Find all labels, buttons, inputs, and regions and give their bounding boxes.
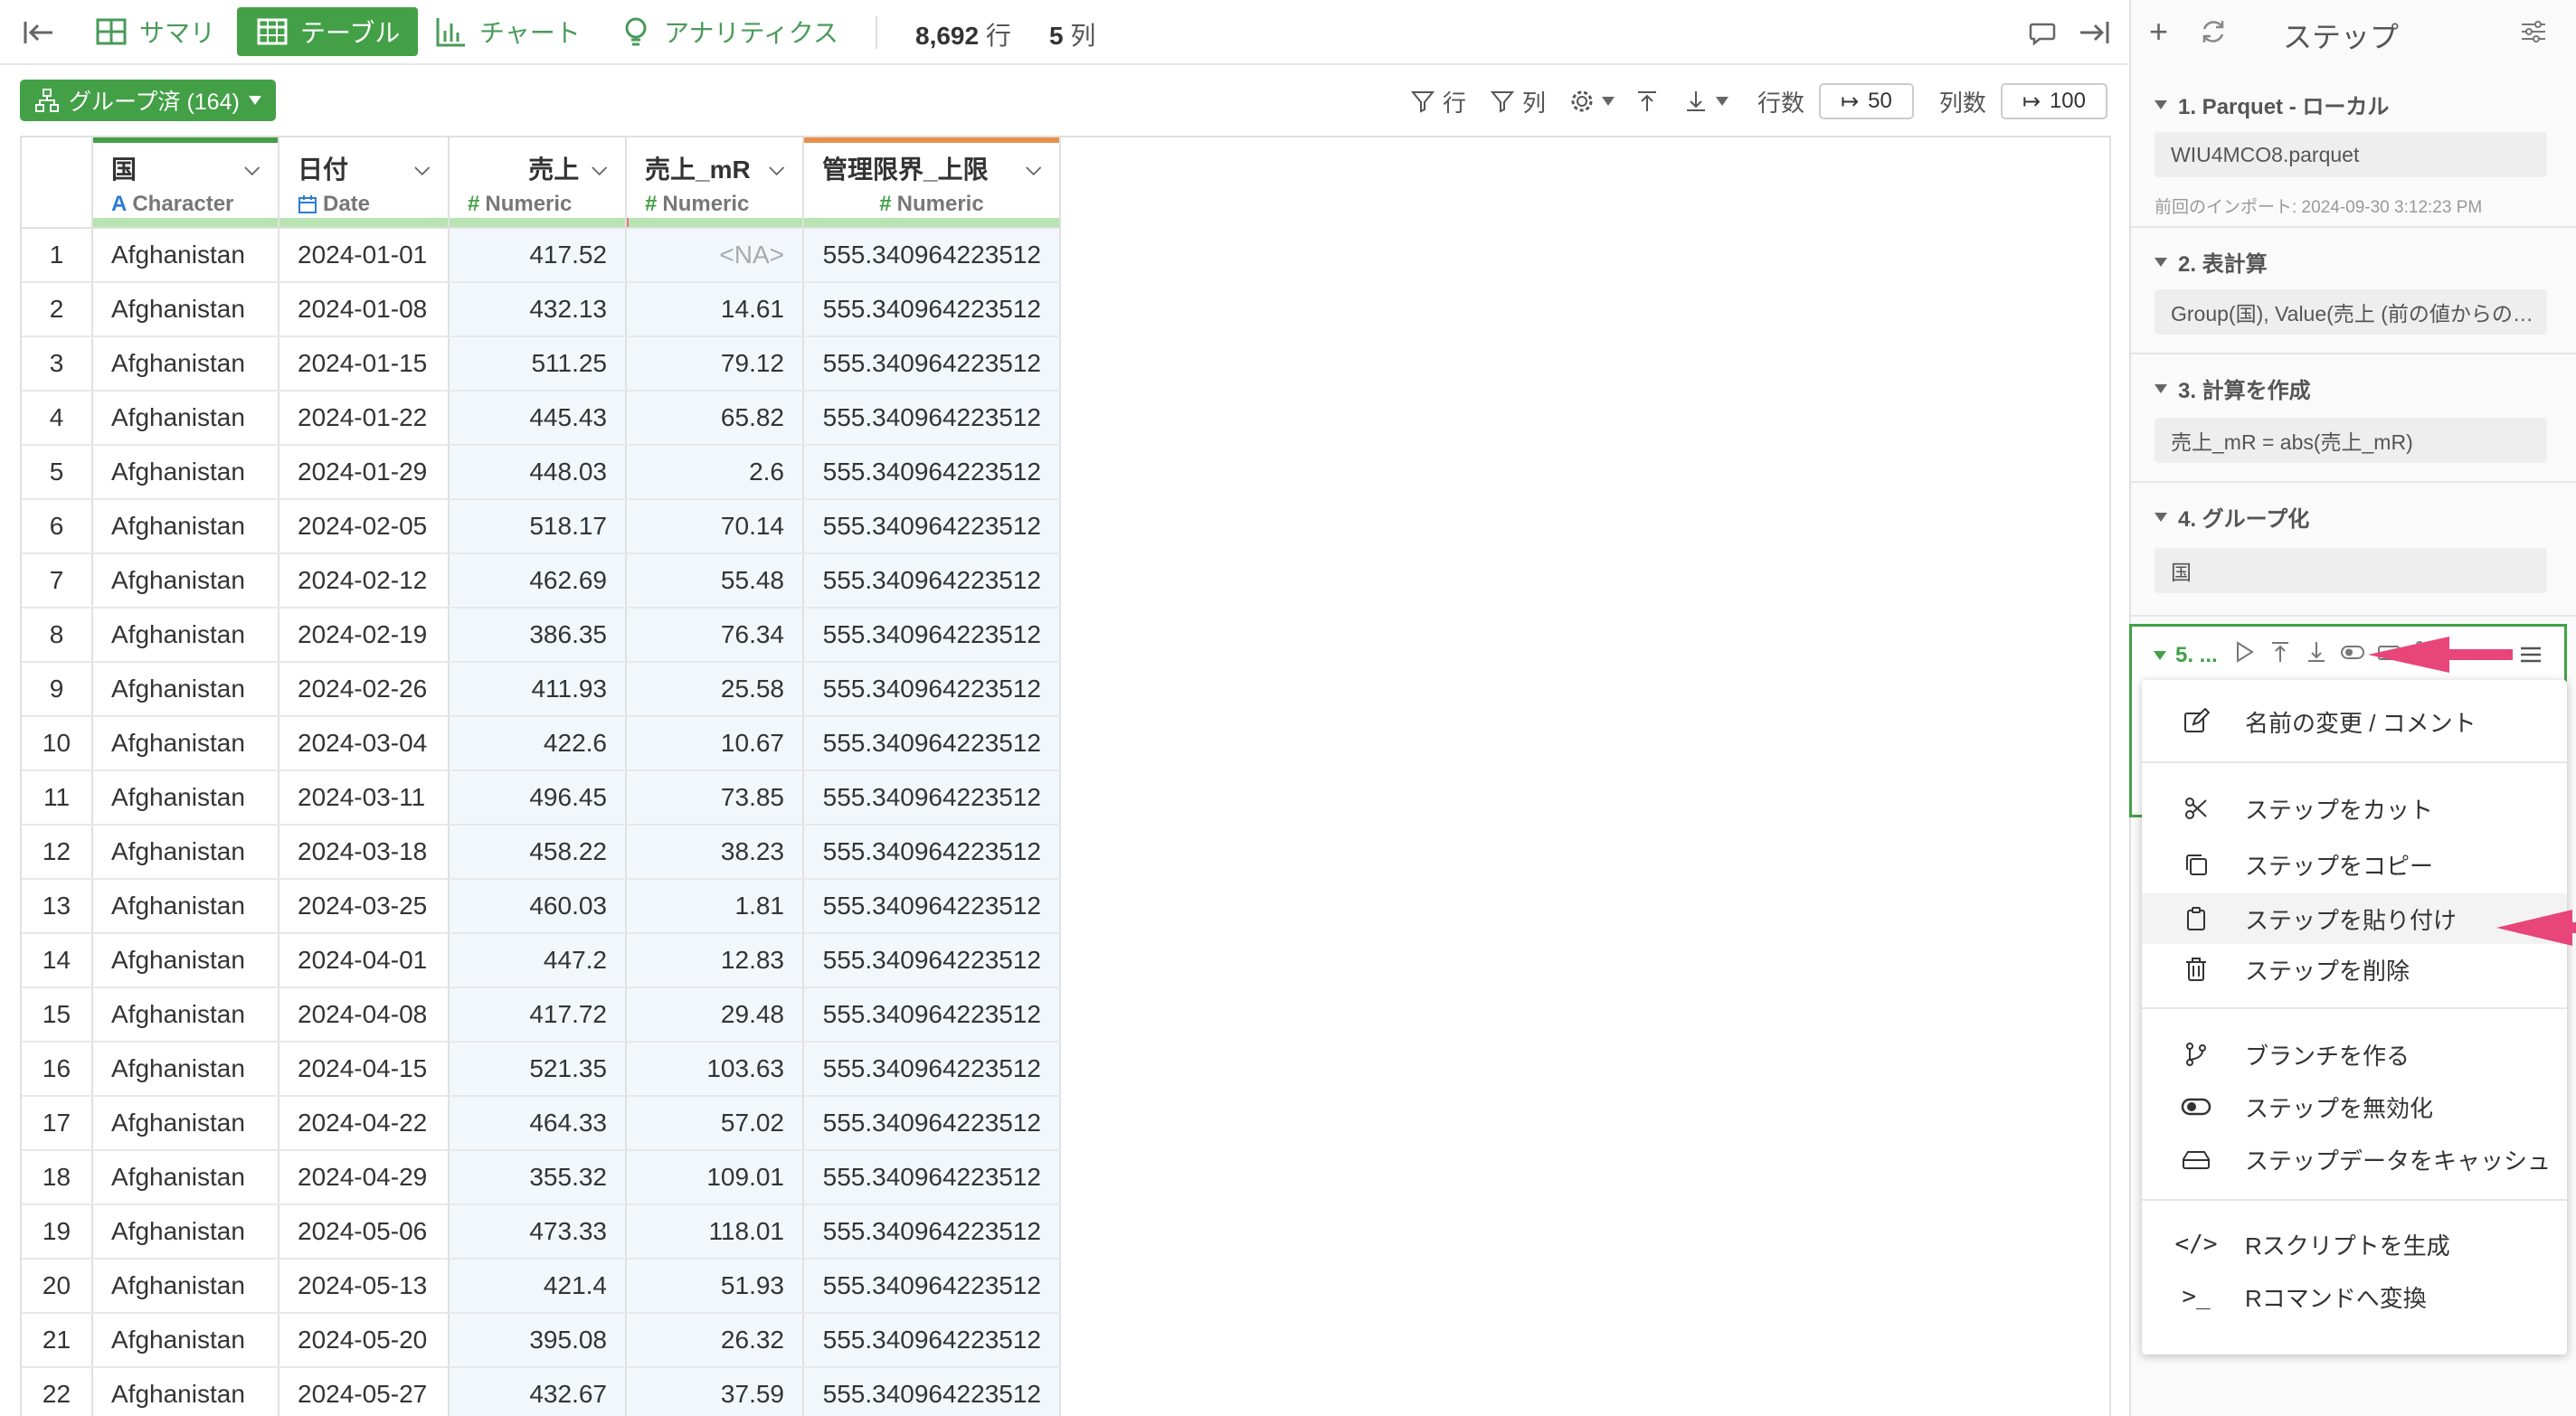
annotation-arrow-menu xyxy=(2368,637,2513,673)
annotation-arrow-paste xyxy=(2496,910,2576,946)
annotation-overlay xyxy=(2368,637,2576,946)
